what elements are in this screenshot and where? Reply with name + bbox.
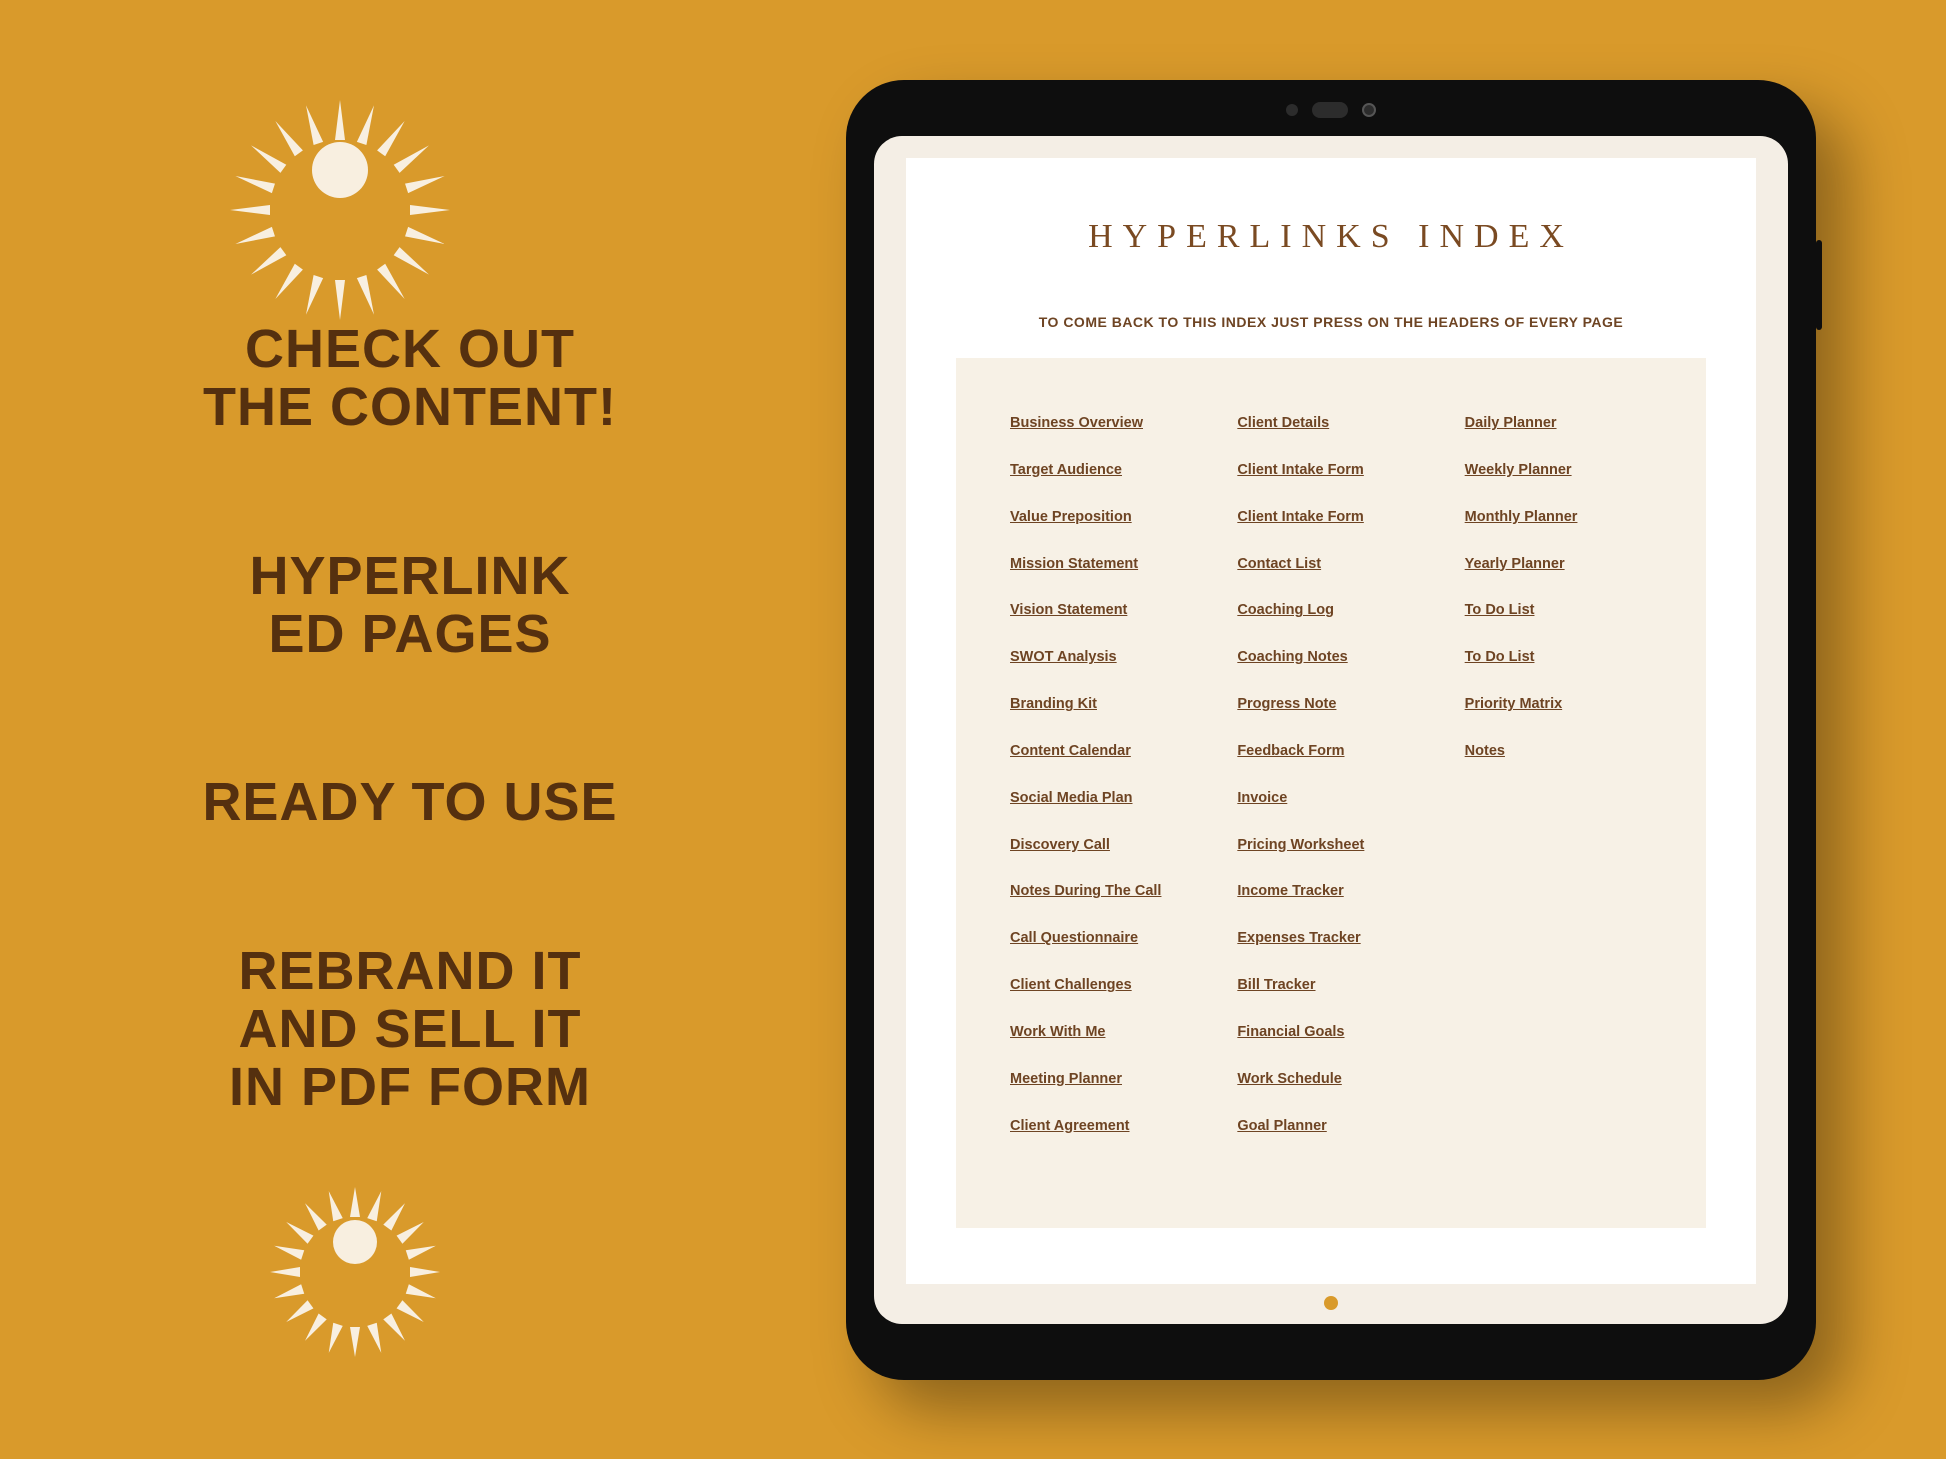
index-col-1: Business OverviewTarget AudienceValue Pr…: [1010, 400, 1197, 1150]
headline-1-line-1: CHECK OUT: [130, 320, 690, 378]
index-page: HYPERLINKS INDEX TO COME BACK TO THIS IN…: [906, 158, 1756, 1284]
headline-4-line-2: AND SELL IT: [130, 1000, 690, 1058]
sunburst-icon: [300, 1187, 410, 1297]
index-link[interactable]: Feedback Form: [1237, 728, 1424, 775]
headline-3-line-1: READY TO USE: [130, 773, 690, 831]
index-link[interactable]: Work Schedule: [1237, 1056, 1424, 1103]
promo-graphic: CHECK OUT THE CONTENT! HYPERLINK ED PAGE…: [0, 0, 1946, 1459]
index-link[interactable]: Vision Statement: [1010, 587, 1197, 634]
index-link[interactable]: Invoice: [1237, 775, 1424, 822]
index-link[interactable]: Client Intake Form: [1237, 447, 1424, 494]
index-col-3: Daily PlannerWeekly PlannerMonthly Plann…: [1465, 400, 1652, 1150]
left-column: CHECK OUT THE CONTENT! HYPERLINK ED PAGE…: [130, 100, 690, 1297]
tablet-sensors: [1286, 102, 1376, 118]
page-title: HYPERLINKS INDEX: [956, 218, 1706, 256]
index-link[interactable]: Call Questionnaire: [1010, 915, 1197, 962]
index-link[interactable]: Notes: [1465, 728, 1652, 775]
index-link[interactable]: Client Details: [1237, 400, 1424, 447]
index-link[interactable]: Priority Matrix: [1465, 681, 1652, 728]
index-link[interactable]: Weekly Planner: [1465, 447, 1652, 494]
headline-2: HYPERLINK ED PAGES: [130, 547, 690, 664]
headline-1: CHECK OUT THE CONTENT!: [130, 320, 690, 437]
index-link[interactable]: Yearly Planner: [1465, 541, 1652, 588]
index-col-2: Client DetailsClient Intake FormClient I…: [1237, 400, 1424, 1150]
index-link[interactable]: To Do List: [1465, 587, 1652, 634]
headline-4-line-3: IN PDF FORM: [130, 1058, 690, 1116]
index-link[interactable]: To Do List: [1465, 634, 1652, 681]
home-indicator-icon: [1324, 1296, 1338, 1310]
index-link[interactable]: Goal Planner: [1237, 1103, 1424, 1150]
index-link[interactable]: Contact List: [1237, 541, 1424, 588]
tablet-screen: HYPERLINKS INDEX TO COME BACK TO THIS IN…: [874, 136, 1788, 1324]
index-link[interactable]: Expenses Tracker: [1237, 915, 1424, 962]
index-link[interactable]: Coaching Notes: [1237, 634, 1424, 681]
index-link[interactable]: SWOT Analysis: [1010, 634, 1197, 681]
index-link[interactable]: Daily Planner: [1465, 400, 1652, 447]
headline-2-line-2: ED PAGES: [130, 605, 690, 663]
index-link[interactable]: Branding Kit: [1010, 681, 1197, 728]
index-link[interactable]: Bill Tracker: [1237, 962, 1424, 1009]
index-link[interactable]: Client Challenges: [1010, 962, 1197, 1009]
index-link[interactable]: Target Audience: [1010, 447, 1197, 494]
index-link[interactable]: Discovery Call: [1010, 822, 1197, 869]
index-link[interactable]: Coaching Log: [1237, 587, 1424, 634]
index-link[interactable]: Income Tracker: [1237, 868, 1424, 915]
index-link[interactable]: Notes During The Call: [1010, 868, 1197, 915]
tablet-mockup: HYPERLINKS INDEX TO COME BACK TO THIS IN…: [846, 80, 1816, 1380]
index-link[interactable]: Work With Me: [1010, 1009, 1197, 1056]
index-link[interactable]: Business Overview: [1010, 400, 1197, 447]
headline-4: REBRAND IT AND SELL IT IN PDF FORM: [130, 942, 690, 1117]
index-link[interactable]: Meeting Planner: [1010, 1056, 1197, 1103]
index-link[interactable]: Mission Statement: [1010, 541, 1197, 588]
page-subtitle: TO COME BACK TO THIS INDEX JUST PRESS ON…: [956, 314, 1706, 330]
index-link[interactable]: Progress Note: [1237, 681, 1424, 728]
index-link[interactable]: Pricing Worksheet: [1237, 822, 1424, 869]
index-link[interactable]: Social Media Plan: [1010, 775, 1197, 822]
headline-3: READY TO USE: [130, 773, 690, 831]
index-link[interactable]: Monthly Planner: [1465, 494, 1652, 541]
index-link[interactable]: Financial Goals: [1237, 1009, 1424, 1056]
headline-2-line-1: HYPERLINK: [130, 547, 690, 605]
index-link[interactable]: Client Intake Form: [1237, 494, 1424, 541]
headline-4-line-1: REBRAND IT: [130, 942, 690, 1000]
index-link[interactable]: Client Agreement: [1010, 1103, 1197, 1150]
index-box: Business OverviewTarget AudienceValue Pr…: [956, 358, 1706, 1228]
index-link[interactable]: Content Calendar: [1010, 728, 1197, 775]
index-link[interactable]: Value Preposition: [1010, 494, 1197, 541]
headline-1-line-2: THE CONTENT!: [130, 378, 690, 436]
sunburst-icon: [270, 100, 410, 240]
index-columns: Business OverviewTarget AudienceValue Pr…: [1010, 400, 1652, 1150]
